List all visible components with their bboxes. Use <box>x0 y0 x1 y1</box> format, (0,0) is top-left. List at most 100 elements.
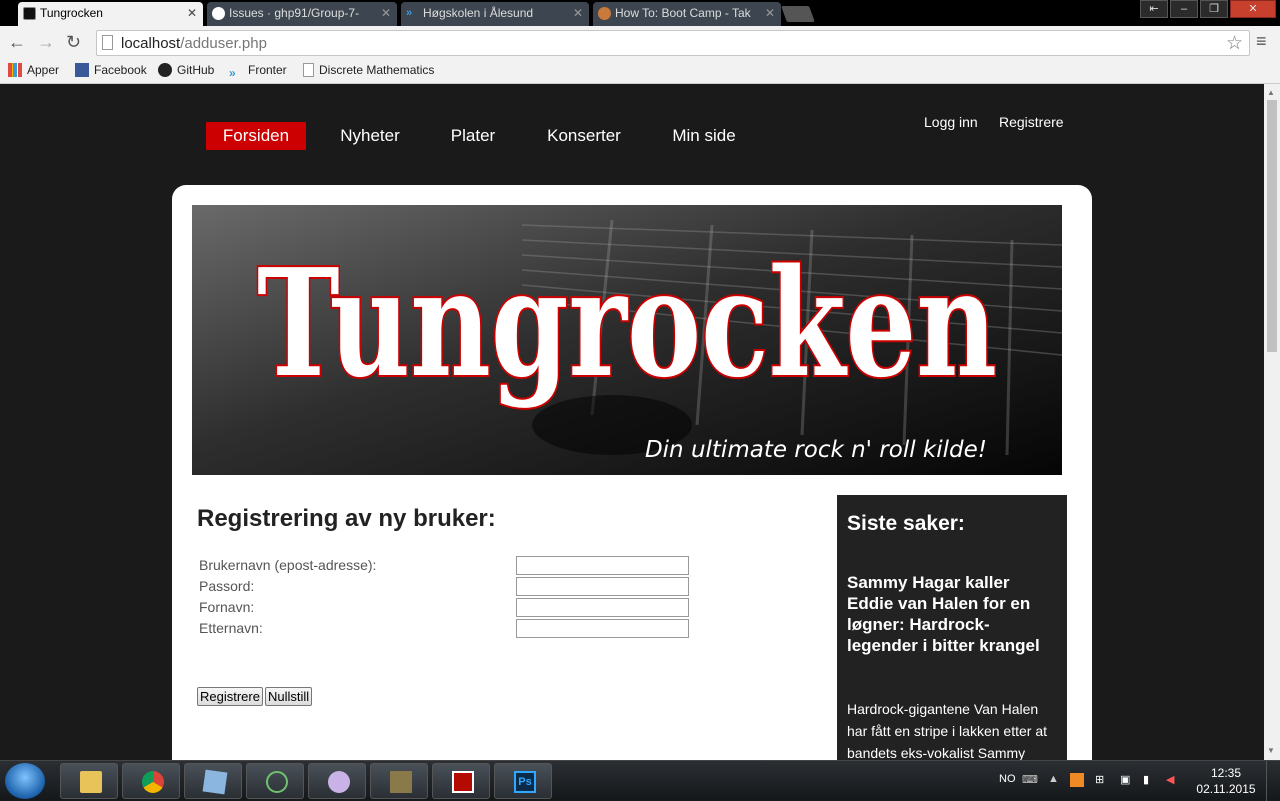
github-icon <box>158 63 172 77</box>
login-link[interactable]: Logg inn <box>924 114 978 130</box>
window-extra-button[interactable]: ⇤ <box>1140 0 1168 18</box>
bookmark-fronter[interactable]: » Fronter <box>229 63 287 80</box>
reset-button[interactable]: Nullstill <box>265 687 313 706</box>
reload-icon[interactable]: ↻ <box>66 32 81 53</box>
banner-tagline: Din ultimate rock n' roll kilde! <box>645 437 987 463</box>
sidebar-title: Siste saker: <box>847 512 965 535</box>
register-submit-button[interactable]: Registrere <box>197 687 263 706</box>
fronter-icon: » <box>229 66 236 80</box>
fronter-icon: » <box>406 7 413 19</box>
close-tab-icon[interactable]: ✕ <box>765 6 775 20</box>
url-text[interactable]: localhost/adduser.php <box>121 35 267 52</box>
bookmark-star-icon[interactable]: ☆ <box>1226 32 1243 55</box>
system-clock[interactable]: 12:35 02.11.2015 <box>1196 765 1256 797</box>
password-label: Passord: <box>199 578 255 594</box>
tab-bootcamp[interactable]: How To: Boot Camp - Tak ✕ <box>593 2 781 26</box>
tab-tungrocken[interactable]: Tungrocken ✕ <box>18 2 203 26</box>
taskbar-virtualbox[interactable] <box>184 763 242 799</box>
nav-konserter[interactable]: Konserter <box>540 122 628 150</box>
firstname-field[interactable] <box>516 598 689 617</box>
taskbar-explorer[interactable] <box>60 763 118 799</box>
taskbar-atom[interactable] <box>246 763 304 799</box>
page-viewport: Forsiden Nyheter Plater Konserter Min si… <box>0 84 1264 760</box>
taskbar-tools[interactable] <box>370 763 428 799</box>
forward-arrow-icon[interactable]: → <box>37 32 55 53</box>
vertical-scrollbar[interactable]: ▲ ▼ <box>1264 84 1280 760</box>
signal-icon[interactable]: ▮ <box>1143 773 1149 786</box>
chrome-icon <box>142 771 164 793</box>
nav-min-side[interactable]: Min side <box>665 122 743 150</box>
github-cat-icon <box>328 771 350 793</box>
username-label: Brukernavn (epost-adresse): <box>199 557 377 573</box>
nav-plater[interactable]: Plater <box>440 122 506 150</box>
keyboard-icon[interactable]: ⌨ <box>1022 773 1038 786</box>
windows-taskbar: Ps NO ⌨ ▲ ⊞ ▣ ▮ ◀ 12:35 02.11.2015 <box>0 760 1280 801</box>
github-icon <box>212 7 225 20</box>
scroll-down-icon[interactable]: ▼ <box>1267 746 1275 755</box>
xampp-icon[interactable] <box>1070 773 1084 787</box>
lastname-label: Etternavn: <box>199 620 263 636</box>
taskbar-chrome[interactable] <box>122 763 180 799</box>
back-arrow-icon[interactable]: ← <box>8 32 26 53</box>
tab-issues[interactable]: Issues · ghp91/Group-7- ✕ <box>207 2 397 26</box>
clipboard-icon[interactable]: ▣ <box>1120 773 1130 786</box>
tab-title: Høgskolen i Ålesund <box>423 6 534 20</box>
cube-icon <box>202 769 228 795</box>
folder-icon <box>80 771 102 793</box>
tab-title: Issues · ghp91/Group-7- <box>229 6 360 20</box>
atom-icon <box>266 771 288 793</box>
clock-time: 12:35 <box>1210 766 1242 780</box>
news-excerpt: Hardrock-gigantene Van Halen har fått en… <box>847 701 1047 760</box>
nav-nyheter[interactable]: Nyheter <box>330 122 410 150</box>
page-icon <box>303 63 314 77</box>
chrome-menu-icon[interactable]: ≡ <box>1256 31 1267 52</box>
volume-muted-icon[interactable]: ◀ <box>1166 773 1174 786</box>
bookmark-facebook[interactable]: Facebook <box>75 63 147 77</box>
bookmarks-bar: Apper Facebook GitHub » Fronter Discrete … <box>0 60 1280 84</box>
windows-icon[interactable]: ⊞ <box>1095 773 1104 786</box>
taskbar-github[interactable] <box>308 763 366 799</box>
lastname-field[interactable] <box>516 619 689 638</box>
start-button[interactable] <box>5 763 45 799</box>
form-title: Registrering av ny bruker: <box>197 505 496 532</box>
tab-title: How To: Boot Camp - Tak <box>615 6 751 20</box>
language-indicator[interactable]: NO <box>999 773 1016 785</box>
maximize-button[interactable]: ❐ <box>1200 0 1228 18</box>
clock-date: 02.11.2015 <box>1196 782 1256 796</box>
new-tab-button[interactable] <box>781 6 815 22</box>
close-tab-icon[interactable]: ✕ <box>381 6 391 20</box>
scrollbar-thumb[interactable] <box>1267 100 1277 352</box>
address-bar[interactable]: localhost/adduser.php ☆ <box>96 30 1250 56</box>
browser-tab-bar: Tungrocken ✕ Issues · ghp91/Group-7- ✕ »… <box>0 0 1280 26</box>
nav-forsiden[interactable]: Forsiden <box>206 122 306 150</box>
firstname-label: Fornavn: <box>199 599 255 615</box>
latest-news-sidebar: Siste saker: Sammy Hagar kaller Eddie va… <box>837 495 1067 760</box>
site-banner: Tungrocken Din ultimate rock n' roll kil… <box>192 205 1062 475</box>
close-tab-icon[interactable]: ✕ <box>187 6 197 20</box>
bookmark-apps[interactable]: Apper <box>8 63 59 77</box>
news-headline[interactable]: Sammy Hagar kaller Eddie van Halen for e… <box>847 572 1052 656</box>
taskbar-acrobat[interactable] <box>432 763 490 799</box>
tools-icon <box>390 771 412 793</box>
password-field[interactable] <box>516 577 689 596</box>
register-link[interactable]: Registrere <box>999 114 1064 130</box>
tray-expand-icon[interactable]: ▲ <box>1048 773 1059 785</box>
taskbar-photoshop[interactable]: Ps <box>494 763 552 799</box>
banner-graphic: Tungrocken Din ultimate rock n' roll kil… <box>192 205 1062 475</box>
facebook-icon <box>75 63 89 77</box>
minimize-button[interactable]: – <box>1170 0 1198 18</box>
close-tab-icon[interactable]: ✕ <box>573 6 583 20</box>
acrobat-icon <box>452 771 474 793</box>
show-desktop-button[interactable] <box>1266 761 1280 801</box>
bookmark-github[interactable]: GitHub <box>158 63 214 77</box>
close-window-button[interactable]: ✕ <box>1230 0 1276 18</box>
photoshop-icon: Ps <box>514 771 536 793</box>
bookmark-discrete-math[interactable]: Discrete Mathematics <box>303 63 434 77</box>
tungrocken-favicon-icon <box>23 7 36 20</box>
scroll-up-icon[interactable]: ▲ <box>1267 88 1275 97</box>
apps-grid-icon <box>8 63 22 77</box>
username-field[interactable] <box>516 556 689 575</box>
tab-hogskolen[interactable]: » Høgskolen i Ålesund ✕ <box>401 2 589 26</box>
content-card: Tungrocken Din ultimate rock n' roll kil… <box>172 185 1092 760</box>
page-icon <box>102 35 113 50</box>
